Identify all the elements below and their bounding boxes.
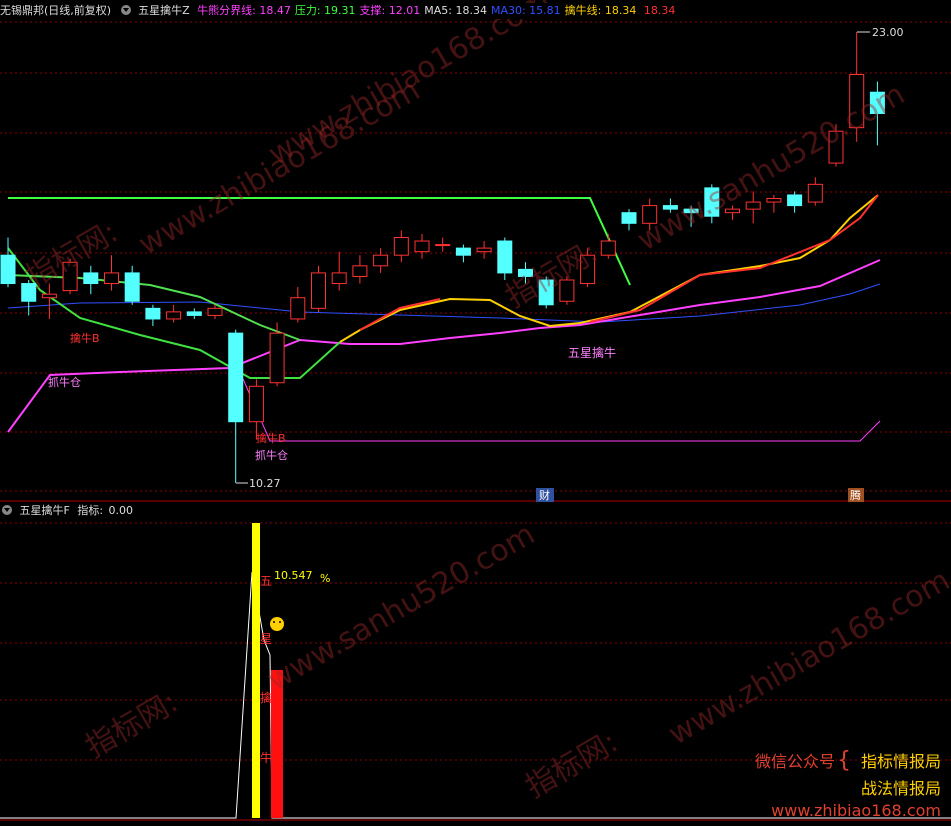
candle-body-19 [393,236,409,256]
stock-title: 无锡鼎邦(日线,前复权) [0,4,112,17]
candle-body-9 [186,311,202,316]
candle-body-13 [269,332,285,384]
header-item-4: MA30: 15.81 [490,4,561,17]
sub-peak-pct: % [320,572,330,585]
candle-body-6 [124,272,140,302]
signal-zhuaniu-2: 抓牛仓 [255,448,288,462]
candle-body-42 [869,91,885,114]
candle-body-11 [228,332,244,423]
ad-title-1: 指标情报局 [860,752,941,771]
candle-body-39 [807,183,823,203]
sub-char-1: 星 [260,632,272,646]
sub-char-2: 擒 [260,690,272,705]
header-item-6: 18.34 [640,4,676,17]
candle-body-0 [0,254,16,285]
candle-body-15 [311,272,326,309]
header-item-3: MA5: 18.34 [424,4,487,17]
candle-body-38 [787,194,803,207]
sub-indicator-header: 五星擒牛F 指标: 0.00 [0,503,951,519]
dropdown-icon[interactable] [120,5,131,15]
wechat-ad: 微信公众号{ 指标情报局 战法情报局 www.zhibiao168.com [755,748,941,820]
candle-body-4 [83,272,99,285]
candle-body-20 [414,240,430,253]
signal-qinniu-b-1: 擒牛B [70,331,100,345]
candle-body-10 [207,307,223,316]
smiley-icon [270,617,284,631]
candle-body-40 [828,130,844,164]
candle-body-14 [290,297,306,320]
smiley-eye-l [273,621,275,623]
ad-label: 微信公众号 [754,752,835,771]
candle-body-30 [621,212,637,224]
header-item-2: 支撑: 12.01 [359,4,421,17]
candle-body-8 [166,311,182,320]
low-price-label: 10.27 [249,477,281,490]
candle-body-33 [683,208,699,214]
sub-indicator-value: 0.00 [108,504,134,517]
candle-body-5 [104,272,119,285]
smiley-eye-r [279,621,281,623]
candle-body-36 [745,201,761,210]
ad-url[interactable]: www.zhibiao168.com [755,801,941,820]
candle-body-24 [497,240,513,274]
signal-qinniu-b-2: 擒牛B [256,431,286,445]
candle-body-22 [455,247,471,256]
candle-body-21 [435,244,451,247]
candle-body-27 [559,279,575,302]
candle-body-7 [145,307,161,320]
candle-body-25 [518,268,533,277]
candle-body-18 [373,254,389,267]
high-price-label: 23.00 [872,26,904,39]
candle-body-29 [600,240,616,256]
header-item-5: 擒牛线: 18.34 [564,4,637,17]
sub-bar-yellow [252,523,260,818]
signal-zhuaniu-1: 抓牛仓 [48,375,81,389]
candle-body-23 [476,247,492,253]
candle-body-28 [580,254,596,285]
sub-char-3: 牛 [260,750,272,765]
teng-badge: 腾 [850,488,861,502]
candle-body-12 [248,385,264,423]
sub-bar-red [271,670,283,818]
candle-body-35 [725,208,740,214]
signal-wuxing: 五星擒牛 [568,345,616,360]
candle-body-3 [62,261,78,292]
sub-char-0: 五 [260,574,272,588]
ad-brace: { [836,748,851,773]
candle-body-37 [766,198,782,203]
candle-body-17 [352,265,368,277]
cai-badge: 财 [539,488,550,502]
sub-peak-value: 10.547 [274,569,313,582]
ad-title-2: 战法情报局 [860,779,941,798]
candle-body-2 [41,293,57,299]
candle-body-1 [21,283,37,302]
support-line [239,371,881,442]
sub-indicator-label: 指标: [77,504,104,517]
header-item-0: 牛熊分界线: 18.47 [197,4,291,17]
candle-body-16 [331,272,347,285]
main-indicator-header: 无锡鼎邦(日线,前复权) 五星擒牛Z 牛熊分界线: 18.47 压力: 19.31… [0,3,951,19]
candle-body-31 [642,205,658,224]
candle-body-41 [849,74,865,129]
header-item-1: 压力: 19.31 [294,4,356,17]
candle-body-34 [704,187,720,217]
candle-body-26 [538,279,554,306]
sub-dropdown-icon[interactable] [2,505,12,515]
sub-indicator-name[interactable]: 五星擒牛F [20,504,70,517]
indicator-name[interactable]: 五星擒牛Z [138,4,190,17]
candle-body-32 [662,205,678,210]
stock-chart-canvas[interactable]: 23.0010.27擒牛B抓牛仓擒牛B抓牛仓五星擒牛财 腾10.547 %五星擒牛 [0,0,951,826]
